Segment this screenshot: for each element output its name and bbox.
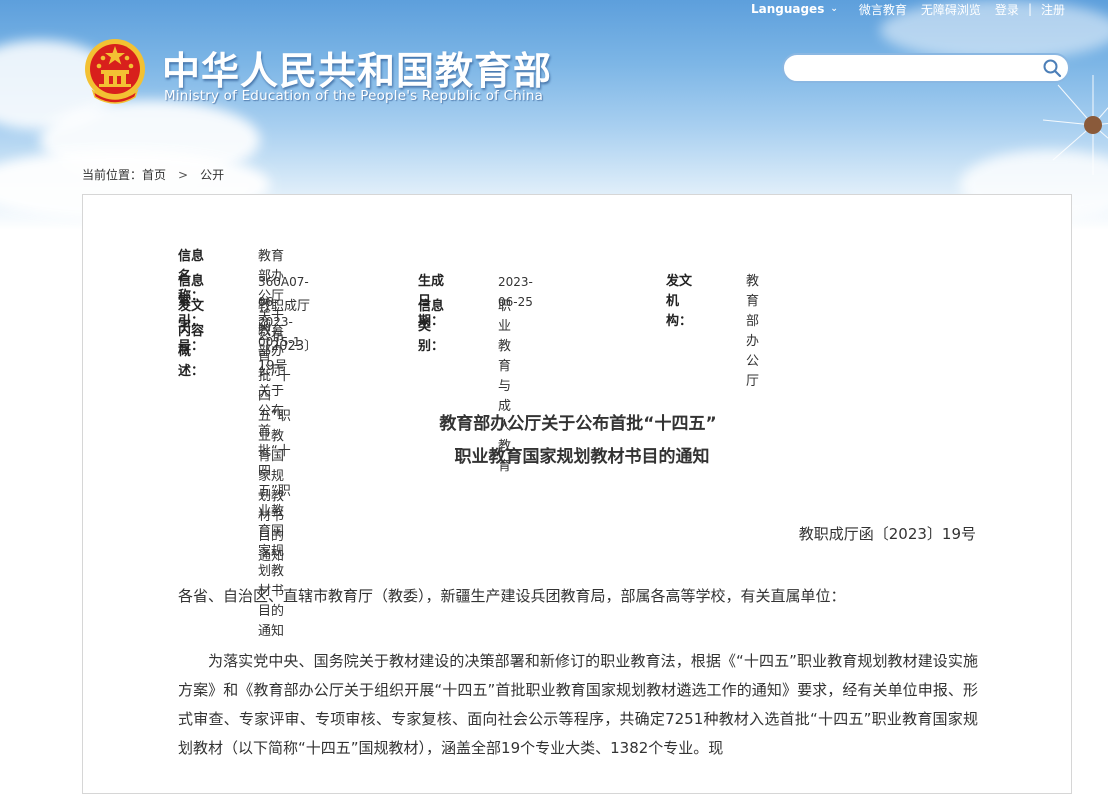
document-number: 教职成厅函〔2023〕19号 bbox=[798, 525, 976, 543]
meta-org-value: 教育部办公厅 bbox=[746, 274, 760, 389]
breadcrumb: 当前位置： 首页 > 公开 bbox=[82, 166, 224, 183]
content-panel: 信息名称： 教育部办公厅关于公布首批“十四五”职业教育国家规划教材书目的通知 信… bbox=[82, 194, 1072, 794]
search-icon[interactable] bbox=[1042, 58, 1062, 78]
site-title-en[interactable]: Ministry of Education of the People's Re… bbox=[164, 88, 543, 104]
document-title-line2: 职业教育国家规划教材书目的通知 bbox=[454, 447, 710, 467]
top-links-bar: Languages ⌄ 微言教育 无障碍浏览 登录 | 注册 bbox=[751, 0, 1072, 18]
meta-summary-label: 内容概述： bbox=[178, 324, 205, 379]
breadcrumb-current-link[interactable]: 公开 bbox=[200, 166, 224, 183]
search-box bbox=[782, 53, 1070, 83]
weibo-link[interactable]: 微言教育 bbox=[859, 1, 907, 18]
breadcrumb-arrow: > bbox=[178, 167, 189, 182]
meta-category-label: 信息类别： bbox=[418, 299, 445, 354]
chevron-down-icon: ⌄ bbox=[830, 4, 838, 14]
document-salutation: 各省、自治区、直辖市教育厅（教委），新疆生产建设兵团教育局，部属各高等学校，有关… bbox=[178, 587, 846, 605]
languages-label: Languages bbox=[750, 2, 825, 16]
accessibility-link[interactable]: 无障碍浏览 bbox=[921, 1, 981, 18]
dandelion-decoration bbox=[1042, 75, 1108, 175]
national-emblem-icon[interactable] bbox=[83, 37, 147, 105]
document-paragraph: 为落实党中央、国务院关于教材建设的决策部署和新修订的职业教育法，根据《“十四五”… bbox=[178, 652, 978, 757]
site-title-cn[interactable]: 中华人民共和国教育部 bbox=[162, 40, 552, 95]
link-separator: | bbox=[1027, 2, 1032, 16]
register-link[interactable]: 注册 bbox=[1041, 1, 1065, 18]
breadcrumb-home-link[interactable]: 首页 bbox=[142, 166, 166, 183]
languages-menu[interactable]: Languages ⌄ bbox=[751, 2, 838, 16]
login-link[interactable]: 登录 bbox=[995, 1, 1019, 18]
breadcrumb-prefix: 当前位置： bbox=[82, 168, 143, 182]
meta-org-label: 发文机构： bbox=[666, 274, 693, 329]
search-input[interactable] bbox=[796, 55, 1040, 83]
document-title-line1: 教育部办公厅关于公布首批“十四五” bbox=[439, 414, 717, 434]
